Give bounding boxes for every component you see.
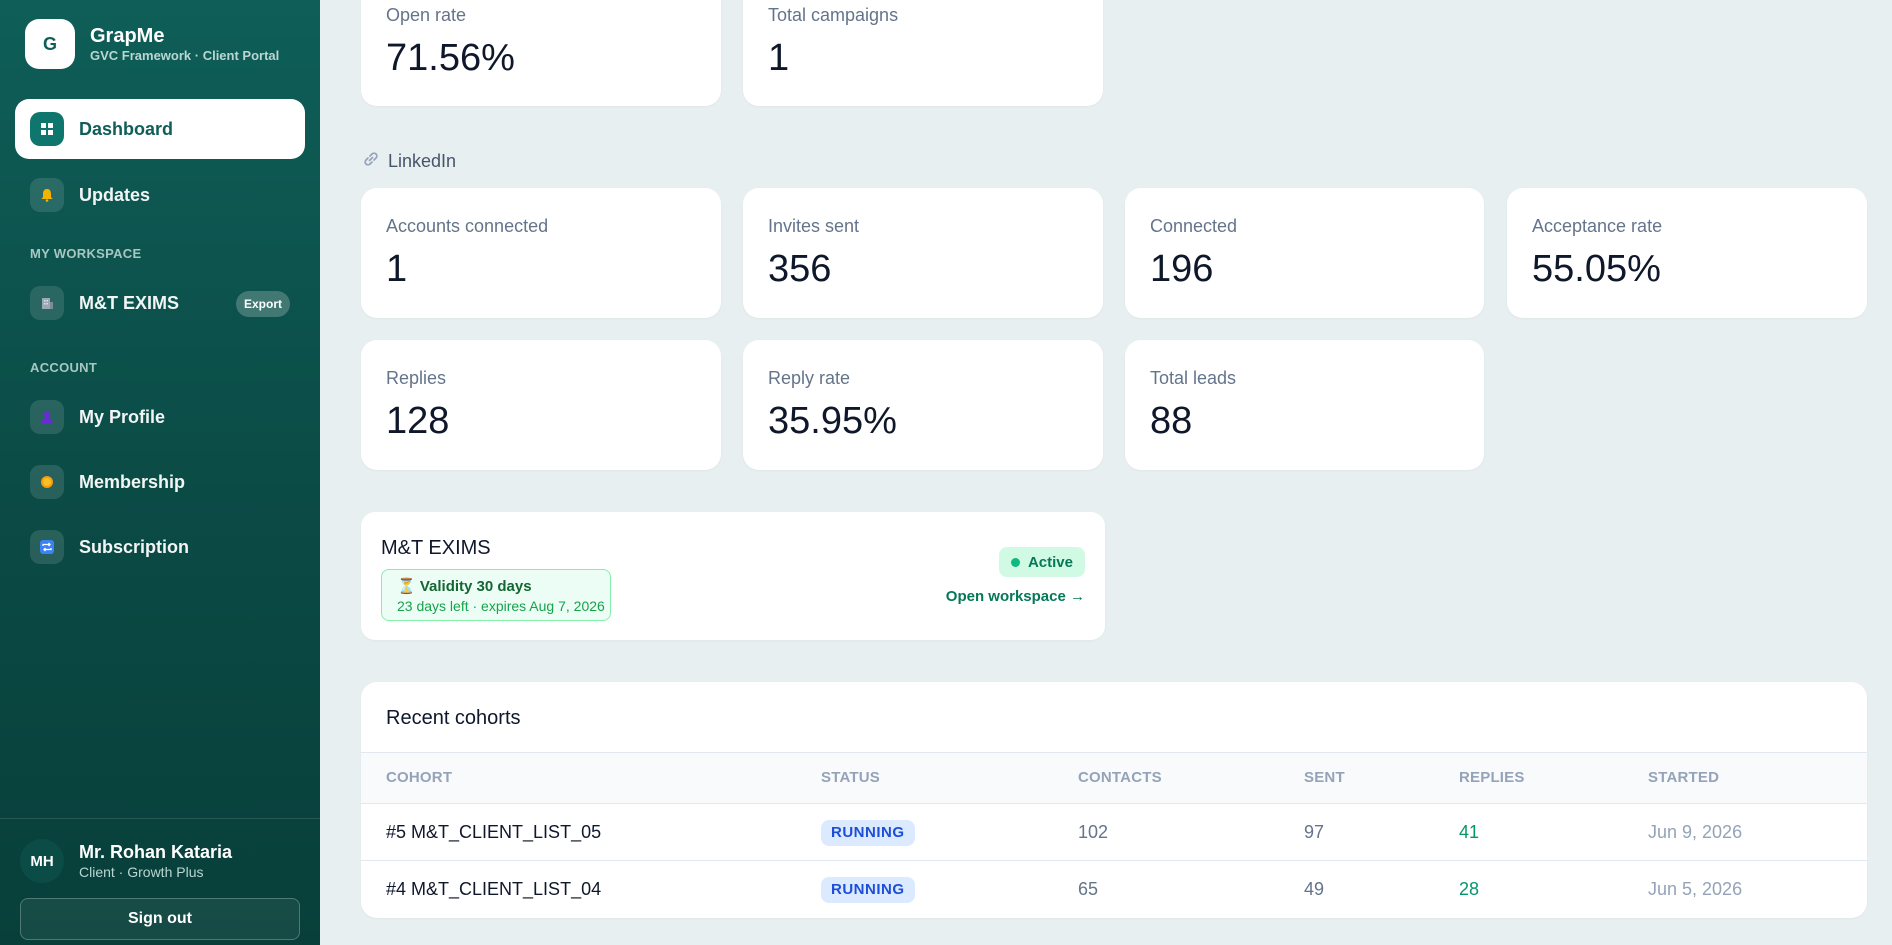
stat-card-total-leads: Total leads 88 — [1125, 340, 1484, 470]
sidebar-item-label: Updates — [79, 184, 151, 205]
sidebar-item-label: My Profile — [79, 406, 166, 427]
sidebar-item-dashboard[interactable]: Dashboard — [15, 99, 305, 159]
started-date: Jun 9, 2026 — [1648, 822, 1743, 842]
stat-card-reply-rate: Reply rate 35.95% — [743, 340, 1103, 470]
stat-value: 88 — [1150, 400, 1193, 442]
stat-label: Total campaigns — [768, 5, 899, 25]
workspace-card: M&T EXIMS ⏳ Validity 30 days 23 days lef… — [361, 512, 1105, 640]
linkedin-section-heading: LinkedIn — [362, 150, 456, 173]
status-badge: Active — [998, 547, 1085, 577]
stat-card-open-rate: Open rate 71.56% — [361, 0, 721, 106]
column-header: REPLIES — [1459, 769, 1525, 786]
avatar: MH — [20, 839, 64, 883]
sidebar: G GrapMe GVC Framework · Client Portal D… — [0, 0, 320, 945]
sidebar-item-subscription[interactable]: Subscription — [15, 517, 305, 577]
status-dot — [1010, 557, 1020, 567]
linkedin-title: LinkedIn — [388, 151, 457, 171]
stat-label: Acceptance rate — [1532, 216, 1663, 236]
stat-label: Accounts connected — [386, 216, 549, 236]
account-section-label: ACCOUNT — [30, 360, 98, 375]
stat-card-acceptance-rate: Acceptance rate 55.05% — [1507, 188, 1867, 318]
cohort-name: #4 M&T_CLIENT_LIST_04 — [386, 879, 602, 899]
sign-out-button[interactable]: Sign out — [20, 898, 300, 940]
status-badge: RUNNING — [821, 820, 915, 846]
person-icon — [30, 400, 64, 434]
sidebar-item-label: Membership — [79, 471, 186, 492]
sidebar-item-label: M&T EXIMS — [79, 292, 180, 313]
column-header: STATUS — [821, 769, 880, 786]
brand-logo: G — [25, 19, 75, 69]
stat-value: 35.95% — [768, 400, 897, 442]
sent-value: 49 — [1304, 879, 1325, 899]
stat-value: 128 — [386, 400, 450, 442]
repeat-icon — [30, 530, 64, 564]
bell-icon — [30, 178, 64, 212]
user-info: MH Mr. Rohan Kataria Client · Growth Plu… — [20, 839, 232, 883]
stat-label: Total leads — [1150, 368, 1237, 388]
brand[interactable]: G GrapMe GVC Framework · Client Portal — [25, 19, 279, 69]
stat-value: 1 — [768, 37, 790, 79]
table-header: COHORT STATUS CONTACTS SENT REPLIES STAR… — [361, 752, 1867, 804]
validity-title: ⏳ Validity 30 days — [397, 578, 532, 595]
building-icon — [30, 286, 64, 320]
stat-card-total-campaigns: Total campaigns 1 — [743, 0, 1103, 106]
column-header: STARTED — [1648, 769, 1720, 786]
stat-value: 71.56% — [386, 37, 515, 79]
cohort-name: #5 M&T_CLIENT_LIST_05 — [386, 822, 602, 842]
workspace-title: M&T EXIMS — [381, 537, 491, 559]
sidebar-item-workspace[interactable]: M&T EXIMS Export — [15, 273, 305, 333]
recent-cohorts-title: Recent cohorts — [386, 707, 521, 729]
sidebar-item-label: Dashboard — [79, 118, 174, 139]
link-icon — [362, 150, 380, 173]
column-header: COHORT — [386, 769, 453, 786]
stat-value: 55.05% — [1532, 248, 1661, 290]
started-date: Jun 5, 2026 — [1648, 879, 1743, 899]
replies-value: 28 — [1459, 879, 1480, 899]
contacts-value: 65 — [1078, 879, 1099, 899]
brand-subtitle: GVC Framework · Client Portal — [90, 48, 280, 63]
stat-card-accounts-connected: Accounts connected 1 — [361, 188, 721, 318]
stat-card-invites-sent: Invites sent 356 — [743, 188, 1103, 318]
table-row[interactable]: #5 M&T_CLIENT_LIST_05 RUNNING 102 97 41 … — [361, 804, 1867, 861]
open-workspace-link[interactable]: Open workspace → — [946, 588, 1085, 605]
brand-name: GrapMe — [90, 25, 165, 47]
replies-value: 41 — [1459, 822, 1480, 842]
column-header: CONTACTS — [1078, 769, 1162, 786]
column-header: SENT — [1304, 769, 1345, 786]
sidebar-footer: MH Mr. Rohan Kataria Client · Growth Plu… — [0, 818, 320, 940]
stat-card-replies: Replies 128 — [361, 340, 721, 470]
workspace-section-label: MY WORKSPACE — [30, 246, 142, 261]
stat-label: Connected — [1150, 216, 1238, 236]
stat-label: Replies — [386, 368, 447, 388]
stat-card-connected: Connected 196 — [1125, 188, 1484, 318]
grid-icon — [30, 112, 64, 146]
stat-value: 196 — [1150, 248, 1214, 290]
contacts-value: 102 — [1078, 822, 1109, 842]
user-role: Client · Growth Plus — [79, 864, 204, 880]
sidebar-item-membership[interactable]: Membership — [15, 452, 305, 512]
status-badge-label: Active — [1027, 553, 1073, 571]
recent-cohorts-card: Recent cohorts COHORT STATUS CONTACTS SE… — [361, 682, 1867, 918]
status-badge: RUNNING — [821, 877, 915, 903]
sidebar-item-label: Subscription — [79, 536, 190, 557]
validity-subtitle: 23 days left · expires Aug 7, 2026 — [397, 598, 605, 614]
stat-value: 1 — [386, 248, 408, 290]
user-name: Mr. Rohan Kataria — [79, 842, 233, 862]
stat-label: Open rate — [386, 5, 467, 25]
validity-box: ⏳ Validity 30 days 23 days left · expire… — [381, 569, 611, 621]
sent-value: 97 — [1304, 822, 1325, 842]
stat-label: Invites sent — [768, 216, 860, 236]
sidebar-item-profile[interactable]: My Profile — [15, 387, 305, 447]
coin-icon — [30, 465, 64, 499]
export-button[interactable]: Export — [235, 291, 290, 317]
table-row[interactable]: #4 M&T_CLIENT_LIST_04 RUNNING 65 49 28 J… — [361, 861, 1867, 918]
stat-label: Reply rate — [768, 368, 851, 388]
stat-value: 356 — [768, 248, 832, 290]
sidebar-item-updates[interactable]: Updates — [15, 165, 305, 225]
